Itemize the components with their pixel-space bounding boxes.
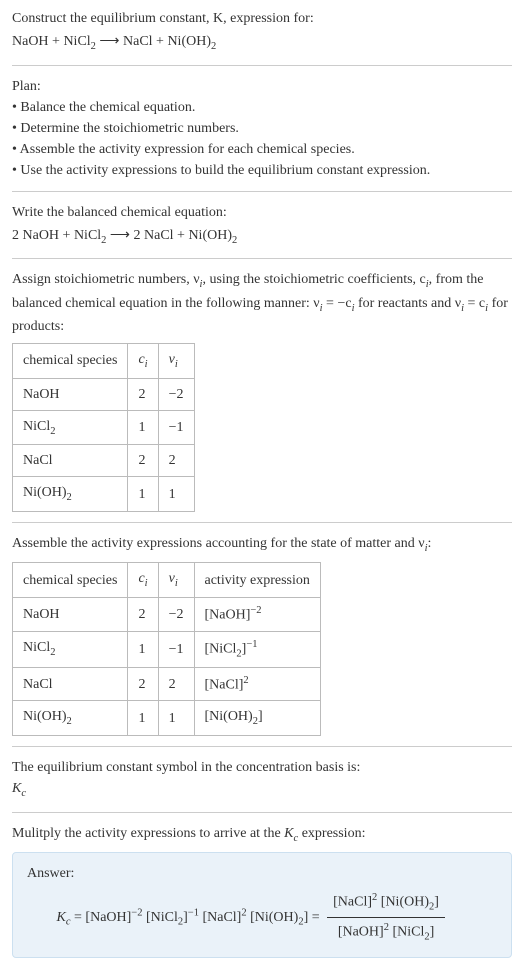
table-row: Ni(OH)2 1 1 bbox=[13, 477, 195, 512]
col-nui: νi bbox=[158, 344, 194, 379]
table-row: Ni(OH)2 1 1 [Ni(OH)2] bbox=[13, 701, 321, 736]
assemble-section: Assemble the activity expressions accoun… bbox=[12, 533, 512, 736]
table-header-row: chemical species ci νi bbox=[13, 344, 195, 379]
denominator: [NaOH]2 [NiCl2] bbox=[327, 918, 445, 945]
col-activity: activity expression bbox=[194, 563, 320, 598]
divider bbox=[12, 746, 512, 747]
col-species: chemical species bbox=[13, 563, 128, 598]
table-header-row: chemical species ci νi activity expressi… bbox=[13, 563, 321, 598]
balanced-equation: 2 NaOH + NiCl2 ⟶ 2 NaCl + Ni(OH)2 bbox=[12, 225, 512, 249]
divider bbox=[12, 258, 512, 259]
problem-header: Construct the equilibrium constant, K, e… bbox=[12, 8, 512, 55]
stoich-table: chemical species ci νi NaOH 2 −2 NiCl2 1… bbox=[12, 343, 195, 512]
divider bbox=[12, 522, 512, 523]
balanced-section: Write the balanced chemical equation: 2 … bbox=[12, 202, 512, 249]
plan-bullet: • Balance the chemical equation. bbox=[12, 97, 512, 118]
col-species: chemical species bbox=[13, 344, 128, 379]
kc-text: The equilibrium constant symbol in the c… bbox=[12, 757, 512, 778]
plan-section: Plan: • Balance the chemical equation. •… bbox=[12, 76, 512, 181]
fraction: [NaCl]2 [Ni(OH)2] [NaOH]2 [NiCl2] bbox=[327, 890, 445, 945]
answer-label: Answer: bbox=[27, 863, 497, 884]
divider bbox=[12, 812, 512, 813]
table-row: NiCl2 1 −1 bbox=[13, 410, 195, 445]
divider bbox=[12, 65, 512, 66]
col-ci: ci bbox=[128, 563, 158, 598]
plan-bullet: • Assemble the activity expression for e… bbox=[12, 139, 512, 160]
divider bbox=[12, 191, 512, 192]
plan-bullet: • Use the activity expressions to build … bbox=[12, 160, 512, 181]
header-text: Construct the equilibrium constant, K, e… bbox=[12, 11, 314, 26]
col-nui: νi bbox=[158, 563, 194, 598]
header-line: Construct the equilibrium constant, K, e… bbox=[12, 8, 512, 29]
col-ci: ci bbox=[128, 344, 158, 379]
kc-expression: Kc = [NaOH]−2 [NiCl2]−1 [NaCl]2 [Ni(OH)2… bbox=[27, 890, 497, 945]
balanced-title: Write the balanced chemical equation: bbox=[12, 202, 512, 223]
kc-symbol-section: The equilibrium constant symbol in the c… bbox=[12, 757, 512, 802]
table-row: NaCl 2 2 bbox=[13, 445, 195, 477]
numerator: [NaCl]2 [Ni(OH)2] bbox=[327, 890, 445, 918]
activity-table: chemical species ci νi activity expressi… bbox=[12, 562, 321, 736]
unbalanced-equation: NaOH + NiCl2 ⟶ NaCl + Ni(OH)2 bbox=[12, 31, 512, 55]
plan-title: Plan: bbox=[12, 76, 512, 97]
table-row: NaOH 2 −2 [NaOH]−2 bbox=[13, 597, 321, 631]
plan-bullet: • Determine the stoichiometric numbers. bbox=[12, 118, 512, 139]
assign-section: Assign stoichiometric numbers, νi, using… bbox=[12, 269, 512, 512]
multiply-section: Mulitply the activity expressions to arr… bbox=[12, 823, 512, 959]
table-row: NaOH 2 −2 bbox=[13, 378, 195, 410]
table-row: NaCl 2 2 [NaCl]2 bbox=[13, 667, 321, 701]
kc-symbol: Kc bbox=[12, 778, 512, 802]
table-row: NiCl2 1 −1 [NiCl2]−1 bbox=[13, 631, 321, 667]
answer-box: Answer: Kc = [NaOH]−2 [NiCl2]−1 [NaCl]2 … bbox=[12, 852, 512, 958]
